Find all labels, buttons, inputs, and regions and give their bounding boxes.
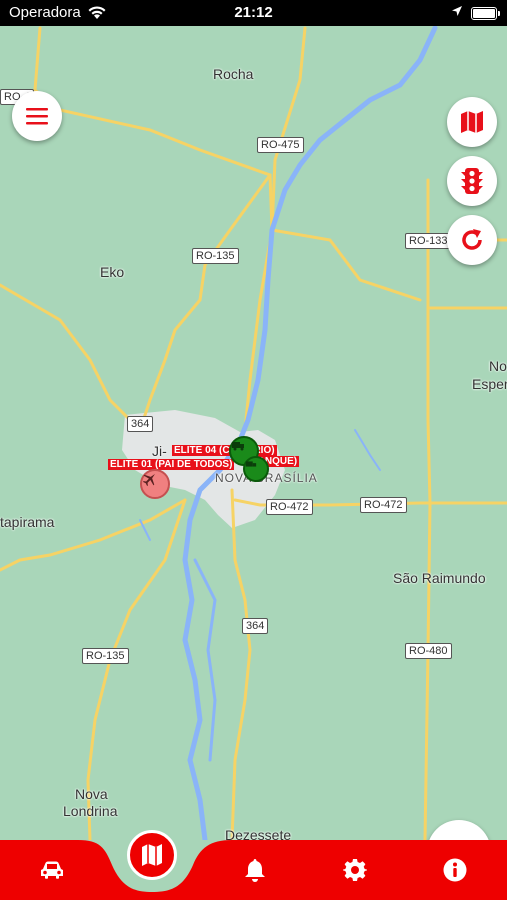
menu-button[interactable] — [12, 91, 62, 141]
refresh-button[interactable] — [447, 215, 497, 265]
road-shield: RO-135 — [192, 248, 239, 264]
place-label: Esper — [472, 376, 507, 392]
vehicle-label[interactable]: ELITE 04 (C USÁRIO) — [172, 445, 277, 456]
vehicle-label[interactable]: ELITE 01 (PAI DE TODOS) — [108, 459, 235, 470]
place-label: tapirama — [0, 514, 55, 530]
truck-icon — [232, 442, 244, 451]
vehicle-marker[interactable] — [243, 456, 269, 482]
menu-icon — [26, 108, 48, 125]
road-shield: RO-135 — [82, 648, 129, 664]
place-label: Eko — [100, 264, 125, 280]
location-arrow-icon — [452, 6, 462, 16]
place-label: Nova — [75, 786, 108, 802]
car-icon — [41, 861, 63, 879]
info-icon — [443, 858, 467, 882]
place-label: São Raimundo — [393, 570, 486, 586]
map-view[interactable]: Rocha Eko Ji- NOVA BRASÍLIA tapirama São… — [0, 26, 507, 840]
status-bar: Operadora 21:12 — [0, 0, 507, 26]
refresh-icon — [462, 229, 482, 250]
truck-icon — [245, 461, 257, 467]
map-canvas — [0, 26, 507, 840]
airplane-icon — [142, 474, 155, 487]
road-shield: 364 — [127, 416, 154, 432]
vehicle-marker[interactable] — [140, 469, 170, 499]
bell-icon — [245, 859, 265, 882]
place-label: Ji- — [152, 443, 167, 459]
road-shield: RO-133 — [405, 233, 452, 249]
place-label: Rocha — [213, 66, 254, 82]
place-label: Dezessete — [225, 827, 292, 840]
tab-settings[interactable] — [335, 850, 375, 890]
clock: 21:12 — [234, 4, 273, 21]
place-label: No — [489, 358, 507, 374]
tab-notifications[interactable] — [235, 850, 275, 890]
road-shield: RO-475 — [257, 137, 304, 153]
road-shield: RO-480 — [405, 643, 452, 659]
place-label: Londrina — [63, 803, 118, 819]
gear-icon — [343, 859, 367, 881]
map-icon — [142, 844, 162, 866]
battery-icon — [471, 7, 500, 20]
road-shield: 364 — [242, 618, 269, 634]
traffic-light-icon — [461, 168, 483, 194]
tab-vehicles[interactable] — [32, 850, 72, 890]
tab-info[interactable] — [435, 850, 475, 890]
tab-map[interactable] — [127, 830, 177, 880]
map-type-button[interactable] — [447, 97, 497, 147]
bottom-tab-bar — [0, 830, 507, 900]
road-shield: RO-472 — [360, 497, 407, 513]
road-shield: RO-472 — [266, 499, 313, 515]
map-icon — [461, 111, 483, 133]
traffic-button[interactable] — [447, 156, 497, 206]
